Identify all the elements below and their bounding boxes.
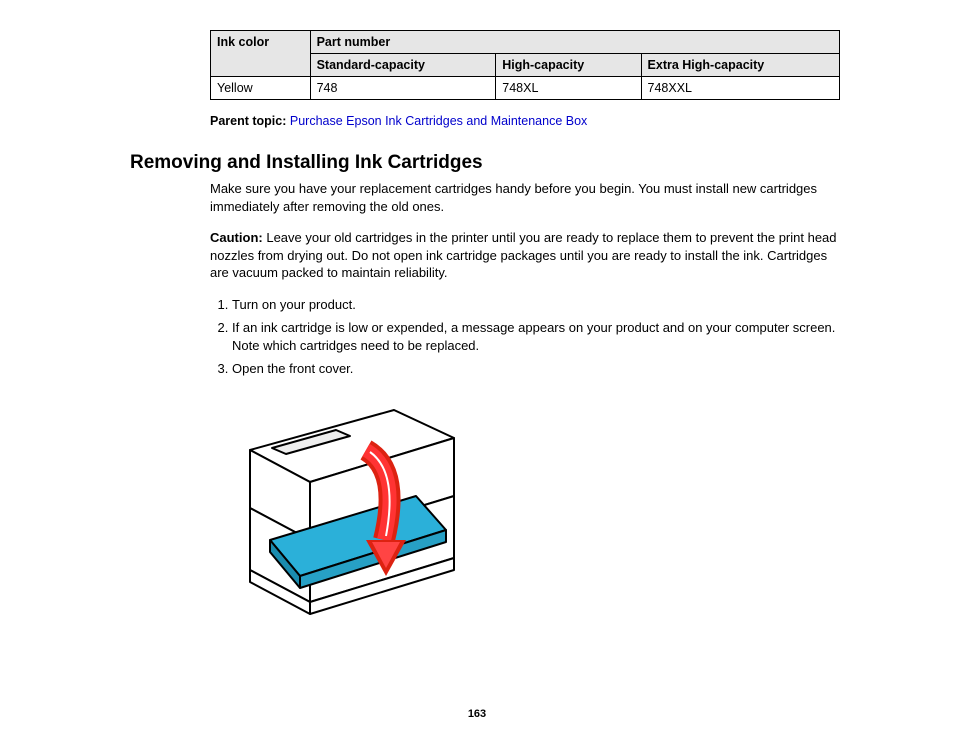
cell-standard: 748 [310, 77, 496, 100]
part-number-table: Ink color Part number Standard-capacity … [210, 30, 840, 100]
table-row: Yellow 748 748XL 748XXL [211, 77, 840, 100]
steps-list: Turn on your product. If an ink cartridg… [210, 296, 840, 378]
parent-topic-label: Parent topic: [210, 114, 286, 128]
cell-extra-high: 748XXL [641, 77, 839, 100]
parent-topic-link[interactable]: Purchase Epson Ink Cartridges and Mainte… [290, 114, 587, 128]
th-extra-high: Extra High-capacity [641, 54, 839, 77]
step-1: Turn on your product. [232, 296, 840, 314]
section-heading: Removing and Installing Ink Cartridges [130, 152, 854, 174]
document-page: Ink color Part number Standard-capacity … [0, 0, 954, 738]
th-high: High-capacity [496, 54, 641, 77]
cell-color: Yellow [211, 77, 311, 100]
th-standard: Standard-capacity [310, 54, 496, 77]
cell-high: 748XL [496, 77, 641, 100]
caution-paragraph: Caution: Leave your old cartridges in th… [210, 229, 840, 282]
th-part-number: Part number [310, 31, 839, 54]
printer-open-cover-icon [216, 390, 476, 630]
parent-topic: Parent topic: Purchase Epson Ink Cartrid… [210, 114, 854, 128]
intro-paragraph: Make sure you have your replacement cart… [210, 180, 840, 215]
printer-diagram [216, 390, 840, 635]
caution-label: Caution: [210, 230, 263, 245]
step-3: Open the front cover. [232, 360, 840, 378]
th-ink-color: Ink color [211, 31, 311, 77]
page-number: 163 [0, 708, 954, 720]
body-text: Make sure you have your replacement cart… [210, 180, 840, 634]
step-2: If an ink cartridge is low or expended, … [232, 319, 840, 354]
caution-text: Leave your old cartridges in the printer… [210, 230, 837, 280]
